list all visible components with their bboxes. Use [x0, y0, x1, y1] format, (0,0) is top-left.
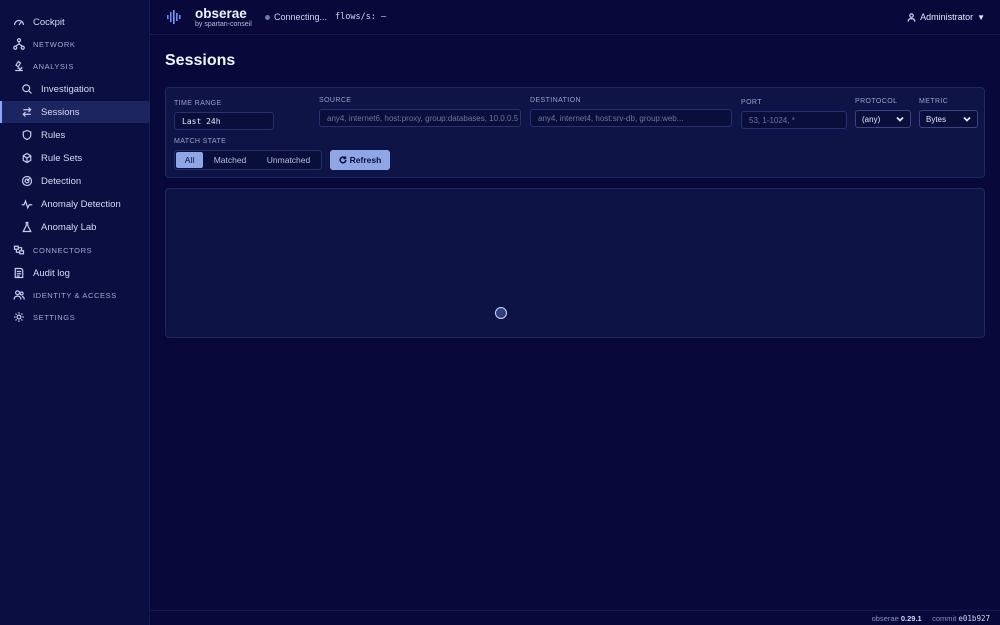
connection-status: Connecting...: [274, 12, 328, 22]
footer-commit-hash: e01b927: [958, 614, 990, 623]
sidebar-item-label: Investigation: [41, 83, 95, 95]
pulse-icon: [20, 197, 34, 211]
brand-name: obserae: [195, 6, 247, 21]
protocol-select[interactable]: (any): [855, 110, 911, 128]
footer-version: obserae 0.29.1 commit e01b927: [872, 614, 990, 623]
sidebar-item-detection[interactable]: Detection: [0, 170, 150, 192]
sidebar-section-label: SETTINGS: [33, 312, 76, 322]
results-panel: [165, 188, 985, 338]
sidebar-item-label: Audit log: [33, 267, 70, 279]
sidebar-item-audit-log[interactable]: Audit log: [0, 262, 150, 284]
footer: obserae 0.29.1 commit e01b927: [150, 610, 1000, 625]
sidebar-section-network[interactable]: NETWORK: [0, 33, 150, 55]
port-label: PORT: [741, 99, 762, 106]
footer-app-name: obserae: [871, 614, 899, 623]
sidebar-section-label: ANALYSIS: [33, 61, 74, 71]
page-title: Sessions: [165, 52, 236, 69]
sidebar-section-identity-access[interactable]: IDENTITY & ACCESS: [0, 284, 150, 306]
sidebar-item-investigation[interactable]: Investigation: [0, 78, 150, 100]
sidebar-item-label: Cockpit: [33, 16, 65, 28]
refresh-label: Refresh: [349, 155, 382, 165]
sidebar-item-anomaly-lab[interactable]: Anomaly Lab: [0, 216, 150, 238]
sidebar-item-label: Detection: [41, 175, 82, 187]
chevron-down-icon: [896, 115, 904, 123]
top-bar: obserae by spartan-conseil Connecting...…: [150, 0, 1000, 35]
network-icon: [12, 37, 26, 51]
gauge-icon: [12, 15, 26, 29]
sidebar-item-label: Anomaly Lab: [41, 221, 97, 233]
match-unmatched-option[interactable]: Unmatched: [257, 152, 320, 168]
sidebar-section-settings[interactable]: SETTINGS: [0, 306, 150, 328]
destination-input[interactable]: any4, internet4, host:srv-db, group:web.…: [530, 109, 732, 127]
microscope-icon: [12, 59, 26, 73]
flask-icon: [20, 220, 34, 234]
protocol-value: (any): [862, 114, 881, 124]
match-matched-option[interactable]: Matched: [203, 152, 257, 168]
sidebar-section-label: IDENTITY & ACCESS: [33, 290, 117, 300]
logo-icon: [167, 10, 181, 24]
gear-icon: [12, 310, 26, 324]
metric-select[interactable]: Bytes: [919, 110, 978, 128]
footer-commit-label: commit: [932, 614, 957, 623]
chevron-down-icon: [963, 115, 971, 123]
destination-label: DESTINATION: [530, 97, 581, 104]
cube-icon: [20, 151, 34, 165]
match-state-label: MATCH STATE: [174, 138, 227, 145]
refresh-button[interactable]: Refresh: [330, 150, 390, 170]
match-state-toggle: All Matched Unmatched: [174, 150, 322, 170]
sidebar-item-label: Sessions: [41, 106, 80, 118]
arrows-exchange-icon: [20, 105, 34, 119]
refresh-icon: [339, 156, 347, 164]
sidebar-item-label: Anomaly Detection: [41, 198, 121, 210]
user-menu[interactable]: Administrator ▼: [907, 12, 985, 22]
metric-value: Bytes: [926, 114, 947, 124]
sidebar-section-connectors[interactable]: CONNECTORS: [0, 239, 150, 261]
sidebar-item-label: Rules: [41, 129, 66, 141]
sidebar: Cockpit NETWORK ANALYSIS Investigation S…: [0, 0, 150, 625]
sidebar-item-anomaly-detection[interactable]: Anomaly Detection: [0, 193, 150, 215]
protocol-label: PROTOCOL: [855, 98, 898, 105]
sidebar-item-label: Rule Sets: [41, 152, 83, 164]
caret-down-icon: ▼: [977, 12, 985, 22]
sidebar-item-cockpit[interactable]: Cockpit: [0, 11, 150, 33]
loading-spinner: [495, 307, 507, 319]
flows-rate: flows/s: —: [335, 12, 387, 22]
sidebar-section-label: CONNECTORS: [33, 245, 93, 255]
sidebar-item-rule-sets[interactable]: Rule Sets: [0, 147, 150, 169]
sidebar-section-label: NETWORK: [33, 39, 76, 49]
users-icon: [12, 288, 26, 302]
metric-label: METRIC: [919, 98, 949, 105]
match-all-option[interactable]: All: [176, 152, 203, 168]
time-range-input[interactable]: Last 24h: [174, 112, 274, 130]
user-icon: [907, 12, 916, 22]
port-input[interactable]: 53, 1-1024, *: [741, 111, 847, 129]
connection-status-dot: [265, 15, 270, 20]
search-icon: [20, 82, 34, 96]
time-range-label: TIME RANGE: [174, 100, 222, 107]
footer-version-number: 0.29.1: [900, 614, 922, 623]
connectors-icon: [12, 243, 26, 257]
shield-icon: [20, 128, 34, 142]
radar-icon: [20, 174, 34, 188]
source-label: SOURCE: [319, 97, 352, 104]
filter-panel: TIME RANGE Last 24h SOURCE any4, interne…: [165, 87, 985, 178]
sidebar-item-rules[interactable]: Rules: [0, 124, 150, 146]
sidebar-section-analysis[interactable]: ANALYSIS: [0, 55, 150, 77]
sidebar-item-sessions[interactable]: Sessions: [0, 101, 150, 123]
log-icon: [12, 266, 26, 280]
user-name: Administrator: [920, 12, 974, 22]
source-input[interactable]: any4, internet6, host:proxy, group:datab…: [319, 109, 521, 127]
brand-subtitle: by spartan-conseil: [195, 21, 252, 28]
